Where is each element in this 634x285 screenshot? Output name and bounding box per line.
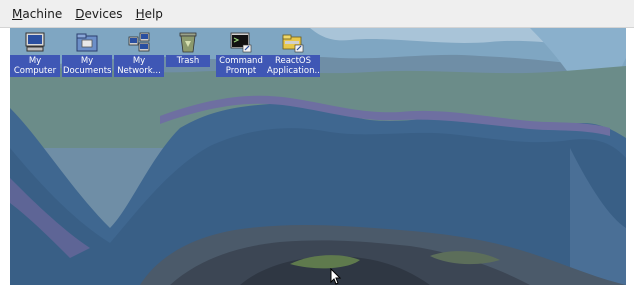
- desktop-icon-reactos-applications[interactable]: ReactOS Application...: [266, 31, 320, 77]
- menu-devices-label: evices: [84, 6, 123, 21]
- computer-icon: [24, 31, 46, 53]
- desktop-icon-trash[interactable]: Trash: [166, 31, 210, 67]
- icon-label-line2: Application...: [267, 66, 320, 76]
- menu-machine-label: achine: [22, 6, 63, 21]
- recycle-bin-icon: [177, 31, 199, 53]
- menu-devices[interactable]: Devices: [73, 5, 124, 23]
- menu-help[interactable]: Help: [134, 5, 165, 23]
- icon-label-line1: ReactOS: [274, 56, 312, 66]
- desktop-icon-my-network[interactable]: My Network...: [114, 31, 164, 77]
- mouse-cursor-icon: [330, 268, 342, 285]
- icon-label-line1: Trash: [176, 56, 200, 66]
- network-icon: [128, 31, 150, 53]
- guest-desktop[interactable]: My Computer My Documents My Network... T…: [10, 28, 626, 285]
- menu-help-label: elp: [144, 6, 163, 21]
- icon-label-line1: My: [132, 56, 146, 66]
- menu-help-accel: H: [135, 6, 145, 21]
- icon-label-line2: Computer: [13, 66, 57, 76]
- desktop-icon-my-computer[interactable]: My Computer: [10, 31, 60, 77]
- icon-label-line1: Command: [219, 56, 263, 66]
- folder-icon: [76, 31, 98, 53]
- desktop-icon-my-documents[interactable]: My Documents: [62, 31, 112, 77]
- icon-label-line1: My: [80, 56, 94, 66]
- menubar: Machine Devices Help: [0, 0, 634, 28]
- menu-machine-accel: M: [12, 6, 23, 21]
- desktop-icon-command-prompt[interactable]: Command Prompt: [216, 31, 266, 77]
- icon-label-line1: My: [28, 56, 42, 66]
- icon-label-line2: Network...: [117, 66, 161, 76]
- folder-shortcut-icon: [282, 31, 304, 53]
- menu-devices-accel: D: [75, 6, 85, 21]
- console-icon: [230, 31, 252, 53]
- icon-label-line2: Prompt: [225, 66, 257, 76]
- icon-label-line2: Documents: [63, 66, 112, 76]
- menu-machine[interactable]: Machine: [10, 5, 64, 23]
